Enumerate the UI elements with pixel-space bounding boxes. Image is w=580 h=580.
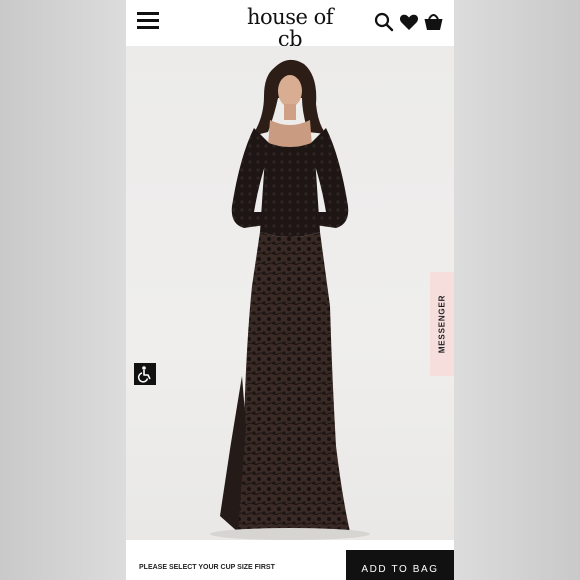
model-illustration — [210, 59, 370, 540]
search-icon[interactable] — [374, 12, 394, 37]
brand-logo[interactable]: house of cb LONDON — [236, 6, 344, 57]
purchase-bar: PLEASE SELECT YOUR CUP SIZE FIRST ADD TO… — [126, 540, 454, 580]
size-instruction: PLEASE SELECT YOUR CUP SIZE FIRST — [139, 564, 275, 571]
phone-screen: house of cb LONDON — [126, 0, 454, 580]
product-hero-image: MESSENGER — [126, 46, 454, 540]
background-right — [454, 0, 580, 580]
logo-text: house of cb — [247, 5, 334, 51]
add-to-bag-button[interactable]: ADD TO BAG — [346, 550, 454, 580]
background-left — [0, 0, 126, 580]
shopping-basket-icon[interactable] — [423, 11, 444, 37]
site-header: house of cb LONDON — [126, 0, 454, 57]
messenger-tab[interactable]: MESSENGER — [430, 272, 454, 376]
wheelchair-icon[interactable] — [134, 363, 156, 385]
heart-icon[interactable] — [399, 12, 419, 37]
messenger-label: MESSENGER — [437, 294, 447, 354]
hamburger-menu-icon[interactable] — [137, 10, 159, 32]
